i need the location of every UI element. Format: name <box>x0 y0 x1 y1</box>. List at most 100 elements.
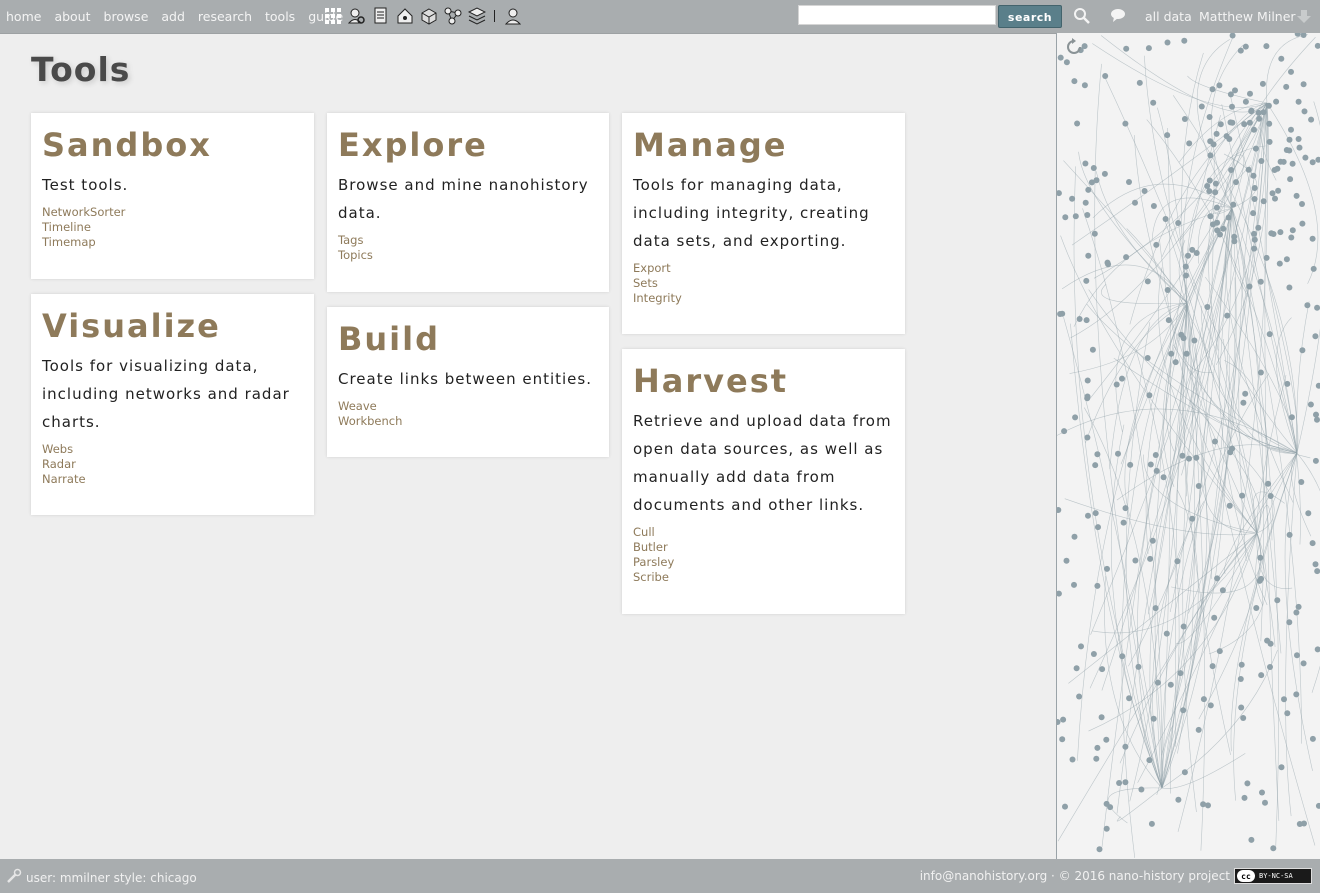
network-node[interactable] <box>1270 845 1277 852</box>
network-node[interactable] <box>1073 665 1080 672</box>
network-node[interactable] <box>1168 350 1175 357</box>
network-node[interactable] <box>1083 317 1090 324</box>
network-visualization[interactable] <box>1056 33 1320 859</box>
network-node[interactable] <box>1103 736 1110 743</box>
network-node[interactable] <box>1150 203 1157 209</box>
network-node[interactable] <box>1092 510 1099 517</box>
link-scribe[interactable]: Scribe <box>633 570 894 585</box>
network-node[interactable] <box>1250 172 1257 179</box>
network-node[interactable] <box>1078 643 1084 650</box>
network-node[interactable] <box>1178 331 1185 338</box>
network-node[interactable] <box>1260 198 1267 205</box>
network-node[interactable] <box>1219 587 1226 594</box>
network-node[interactable] <box>1248 836 1255 843</box>
network-node[interactable] <box>1163 630 1170 637</box>
network-node[interactable] <box>1313 411 1319 418</box>
network-node[interactable] <box>1286 136 1293 143</box>
network-node[interactable] <box>1072 213 1079 220</box>
nav-browse[interactable]: browse <box>104 9 149 24</box>
magnifier-icon[interactable] <box>1073 7 1091 29</box>
network-node[interactable] <box>1127 461 1134 468</box>
network-node[interactable] <box>1212 438 1218 445</box>
network-node[interactable] <box>1251 126 1257 133</box>
network-node[interactable] <box>1207 152 1214 159</box>
network-node[interactable] <box>1069 195 1076 202</box>
network-node[interactable] <box>1283 83 1290 90</box>
network-node[interactable] <box>1273 98 1280 105</box>
network-node[interactable] <box>1211 614 1218 621</box>
network-node[interactable] <box>1074 120 1081 127</box>
network-node[interactable] <box>1257 369 1264 376</box>
refresh-icon[interactable] <box>1066 38 1082 60</box>
network-node[interactable] <box>1269 190 1276 197</box>
network-node[interactable] <box>1204 183 1211 189</box>
network-node[interactable] <box>1096 846 1103 853</box>
network-node[interactable] <box>1063 557 1070 564</box>
network-node[interactable] <box>1247 90 1253 97</box>
network-node[interactable] <box>1195 726 1202 733</box>
network-node[interactable] <box>1277 158 1284 165</box>
network-node[interactable] <box>1245 166 1252 173</box>
network-node[interactable] <box>1256 577 1263 584</box>
network-node[interactable] <box>1164 39 1171 46</box>
network-node[interactable] <box>1146 757 1153 764</box>
link-cull[interactable]: Cull <box>633 525 894 540</box>
network-node[interactable] <box>1244 780 1251 787</box>
network-node[interactable] <box>1149 537 1156 544</box>
network-node[interactable] <box>1298 479 1305 485</box>
network-node[interactable] <box>1122 120 1129 127</box>
network-node[interactable] <box>1162 216 1169 222</box>
network-node[interactable] <box>1312 561 1319 568</box>
network-node[interactable] <box>1059 736 1066 743</box>
network-node[interactable] <box>1266 138 1273 145</box>
network-node[interactable] <box>1293 192 1300 199</box>
network-node[interactable] <box>1250 210 1257 217</box>
network-node[interactable] <box>1264 637 1271 644</box>
network-node[interactable] <box>1104 259 1111 266</box>
network-node[interactable] <box>1186 140 1193 147</box>
network-node[interactable] <box>1213 204 1220 211</box>
network-node[interactable] <box>1069 756 1076 763</box>
network-node[interactable] <box>1098 714 1105 721</box>
network-node[interactable] <box>1300 660 1307 667</box>
network-node[interactable] <box>1071 78 1078 85</box>
network-node[interactable] <box>1136 79 1143 86</box>
network-node[interactable] <box>1206 114 1213 120</box>
grid-icon[interactable] <box>324 7 342 25</box>
network-node[interactable] <box>1198 103 1205 110</box>
network-node[interactable] <box>1144 278 1151 285</box>
network-node[interactable] <box>1152 605 1159 612</box>
network-node[interactable] <box>1287 176 1294 183</box>
network-node[interactable] <box>1123 254 1130 261</box>
network-node[interactable] <box>1213 130 1220 137</box>
network-node[interactable] <box>1299 201 1305 207</box>
link-radar[interactable]: Radar <box>42 457 303 472</box>
layers-icon[interactable] <box>468 7 486 25</box>
network-node[interactable] <box>1060 716 1067 723</box>
network-node[interactable] <box>1251 236 1258 243</box>
network-node[interactable] <box>1265 102 1272 109</box>
network-node[interactable] <box>1294 652 1300 659</box>
network-node[interactable] <box>1076 316 1083 322</box>
network-node[interactable] <box>1251 185 1258 191</box>
link-narrate[interactable]: Narrate <box>42 472 303 487</box>
network-node[interactable] <box>1229 33 1236 39</box>
network-node[interactable] <box>1257 278 1264 285</box>
network-node[interactable] <box>1299 220 1306 227</box>
network-node[interactable] <box>1266 331 1273 338</box>
network-node[interactable] <box>1076 693 1083 700</box>
network-node[interactable] <box>1138 786 1145 793</box>
network-node[interactable] <box>1189 515 1196 522</box>
network-node[interactable] <box>1059 310 1066 317</box>
network-node[interactable] <box>1147 461 1154 468</box>
link-sets[interactable]: Sets <box>633 276 894 291</box>
person-network-icon[interactable] <box>504 7 522 25</box>
network-node[interactable] <box>1174 558 1181 565</box>
network-node[interactable] <box>1239 492 1246 499</box>
network-node[interactable] <box>1315 382 1320 389</box>
network-node[interactable] <box>1242 43 1249 50</box>
network-node[interactable] <box>1150 99 1157 106</box>
network-node[interactable] <box>1286 531 1293 538</box>
network-node[interactable] <box>1283 256 1290 263</box>
network-node[interactable] <box>1181 769 1188 776</box>
